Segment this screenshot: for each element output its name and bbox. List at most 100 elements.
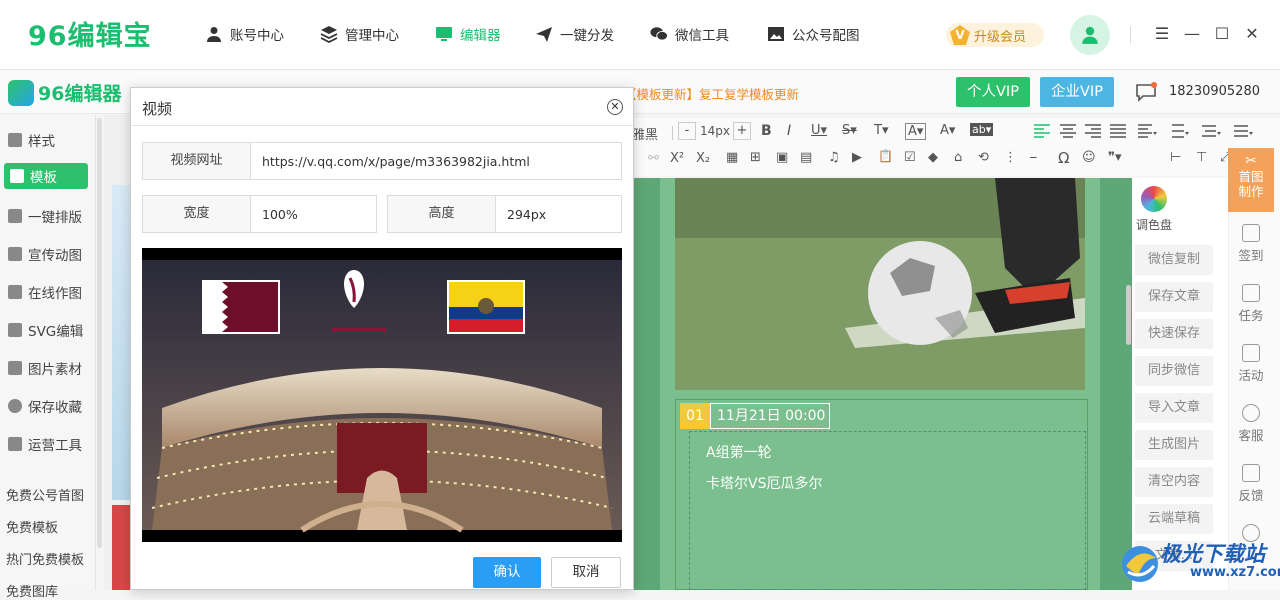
- nav-distribute[interactable]: 一键分发: [535, 24, 614, 44]
- undo-format-icon[interactable]: ⟲: [978, 150, 989, 165]
- match-date[interactable]: 11月21日 00:00: [710, 403, 830, 429]
- align-center-icon[interactable]: [1060, 124, 1076, 138]
- horizontal-rule-icon[interactable]: ⎯: [1030, 150, 1037, 165]
- quick-save-button[interactable]: 快速保存: [1135, 319, 1213, 349]
- sidebar-item-templates[interactable]: 模板: [4, 163, 88, 189]
- nav-wechat-tools[interactable]: 微信工具: [650, 24, 729, 44]
- wechat-copy-button[interactable]: 微信复制: [1135, 245, 1213, 275]
- nav-management[interactable]: 管理中心: [320, 24, 399, 44]
- template-update-notice[interactable]: 【模板更新】复工复学模板更新: [624, 84, 799, 103]
- cancel-button[interactable]: 取消: [551, 557, 621, 588]
- quote-icon[interactable]: ❞▾: [1108, 150, 1122, 165]
- link-free-gallery[interactable]: 免费图库: [6, 581, 58, 600]
- link-free-cover[interactable]: 免费公号首图: [6, 485, 84, 504]
- link-icon[interactable]: ⚯: [648, 151, 659, 166]
- picture-icon[interactable]: ▣: [776, 150, 788, 165]
- italic-button[interactable]: I: [787, 123, 791, 139]
- editor-logo[interactable]: 96编辑器: [8, 79, 121, 106]
- indent-icon[interactable]: [1138, 124, 1158, 138]
- underline-button[interactable]: U▾: [811, 123, 827, 138]
- enterprise-vip-button[interactable]: 企业VIP: [1040, 77, 1114, 107]
- font-color-button[interactable]: A▾: [905, 123, 927, 140]
- sidebar-item-styles[interactable]: 样式: [8, 130, 55, 150]
- hatch-icon[interactable]: ▦: [726, 150, 738, 165]
- color-palette[interactable]: 调色盘: [1135, 186, 1173, 233]
- match-group[interactable]: A组第一轮: [706, 442, 772, 462]
- eraser-icon[interactable]: ◆: [928, 150, 938, 165]
- nav-editor[interactable]: 编辑器: [435, 24, 501, 44]
- template-thumbnail[interactable]: [112, 185, 132, 500]
- video-url-input[interactable]: [252, 143, 620, 179]
- font-size-increase-button[interactable]: +: [733, 122, 751, 140]
- clear-content-button[interactable]: 清空内容: [1135, 467, 1213, 497]
- superscript-button[interactable]: X²: [670, 151, 684, 166]
- rail-support[interactable]: 客服: [1228, 404, 1274, 444]
- sidebar-item-images[interactable]: 图片素材: [8, 358, 82, 378]
- video-preview[interactable]: [142, 248, 622, 542]
- sidebar-item-online-drawing[interactable]: 在线作图: [8, 282, 82, 302]
- message-icon[interactable]: [1135, 82, 1157, 102]
- emoji-icon[interactable]: ☺: [1082, 150, 1096, 165]
- personal-vip-button[interactable]: 个人VIP: [956, 77, 1030, 107]
- format-brush-icon[interactable]: ⊢: [1170, 150, 1181, 165]
- maximize-button[interactable]: ☐: [1211, 22, 1233, 44]
- bold-button[interactable]: B: [761, 123, 772, 139]
- font-size-value[interactable]: 14px: [700, 124, 730, 138]
- link-hot-templates[interactable]: 热门免费模板: [6, 549, 84, 568]
- cover-maker-button[interactable]: ✂ 首图制作: [1228, 148, 1274, 212]
- sidebar-item-auto-layout[interactable]: 一键排版: [8, 206, 82, 226]
- close-icon[interactable]: ✕: [607, 99, 623, 115]
- canvas-scrollbar[interactable]: [1126, 285, 1131, 345]
- sidebar-item-ops-tools[interactable]: 运营工具: [8, 434, 82, 454]
- sidebar-item-svg[interactable]: SVG编辑: [8, 320, 83, 340]
- match-teams[interactable]: 卡塔尔VS厄瓜多尔: [706, 473, 822, 493]
- paste-icon[interactable]: 📋: [878, 149, 893, 163]
- align-right-icon[interactable]: [1085, 124, 1101, 138]
- music-icon[interactable]: ♫: [828, 150, 840, 165]
- letter-spacing-icon[interactable]: [1234, 124, 1254, 138]
- sidebar-item-gif[interactable]: 宣传动图: [8, 244, 82, 264]
- rail-checkin[interactable]: 签到: [1228, 224, 1274, 264]
- height-input[interactable]: [497, 196, 621, 232]
- width-input[interactable]: [252, 196, 376, 232]
- rail-feedback[interactable]: 反馈: [1228, 464, 1274, 504]
- text-effect-button[interactable]: ab▾: [970, 123, 994, 136]
- upgrade-member-button[interactable]: V 升级会员: [946, 23, 1044, 47]
- omega-icon[interactable]: Ω: [1058, 149, 1069, 167]
- gallery-icon[interactable]: ▤: [800, 150, 812, 165]
- video-icon[interactable]: ▶: [852, 150, 862, 165]
- top-align-icon[interactable]: ⊤: [1196, 150, 1207, 165]
- menu-icon[interactable]: ☰: [1151, 22, 1173, 44]
- magic-icon[interactable]: ⋮: [1004, 150, 1017, 165]
- brush-icon[interactable]: ⌂: [954, 150, 962, 165]
- import-article-button[interactable]: 导入文章: [1135, 393, 1213, 423]
- close-button[interactable]: ✕: [1241, 22, 1263, 44]
- table-icon[interactable]: ⊞: [750, 150, 761, 165]
- template-thumbnail[interactable]: [112, 505, 132, 590]
- paragraph-spacing-icon[interactable]: [1202, 124, 1222, 138]
- sidebar-item-favorites[interactable]: 保存收藏: [8, 396, 82, 416]
- strikethrough-button[interactable]: S▾: [842, 123, 857, 138]
- avatar[interactable]: [1070, 15, 1110, 55]
- subscript-button[interactable]: X₂: [696, 151, 710, 166]
- generate-image-button[interactable]: 生成图片: [1135, 430, 1213, 460]
- save-article-button[interactable]: 保存文章: [1135, 282, 1213, 312]
- nav-account[interactable]: 账号中心: [205, 24, 284, 44]
- checkbox-icon[interactable]: ☑: [904, 150, 916, 165]
- line-height-icon[interactable]: [1170, 124, 1190, 138]
- text-format-button[interactable]: T▾: [874, 123, 888, 138]
- font-family-select[interactable]: 雅黑: [632, 124, 658, 143]
- align-left-icon[interactable]: [1034, 124, 1050, 138]
- font-size-decrease-button[interactable]: -: [678, 122, 696, 140]
- align-justify-icon[interactable]: [1110, 124, 1126, 138]
- sidebar-scrollbar[interactable]: [97, 118, 102, 548]
- football-photo[interactable]: [675, 178, 1085, 390]
- background-color-button[interactable]: A▾: [940, 123, 955, 138]
- link-free-templates[interactable]: 免费模板: [6, 517, 58, 536]
- sync-wechat-button[interactable]: 同步微信: [1135, 356, 1213, 386]
- cloud-draft-button[interactable]: 云端草稿: [1135, 504, 1213, 534]
- rail-activities[interactable]: 活动: [1228, 344, 1274, 384]
- nav-cover-image[interactable]: 公众号配图: [767, 24, 860, 44]
- app-logo[interactable]: 96编辑宝: [28, 14, 152, 53]
- confirm-button[interactable]: 确认: [473, 557, 541, 588]
